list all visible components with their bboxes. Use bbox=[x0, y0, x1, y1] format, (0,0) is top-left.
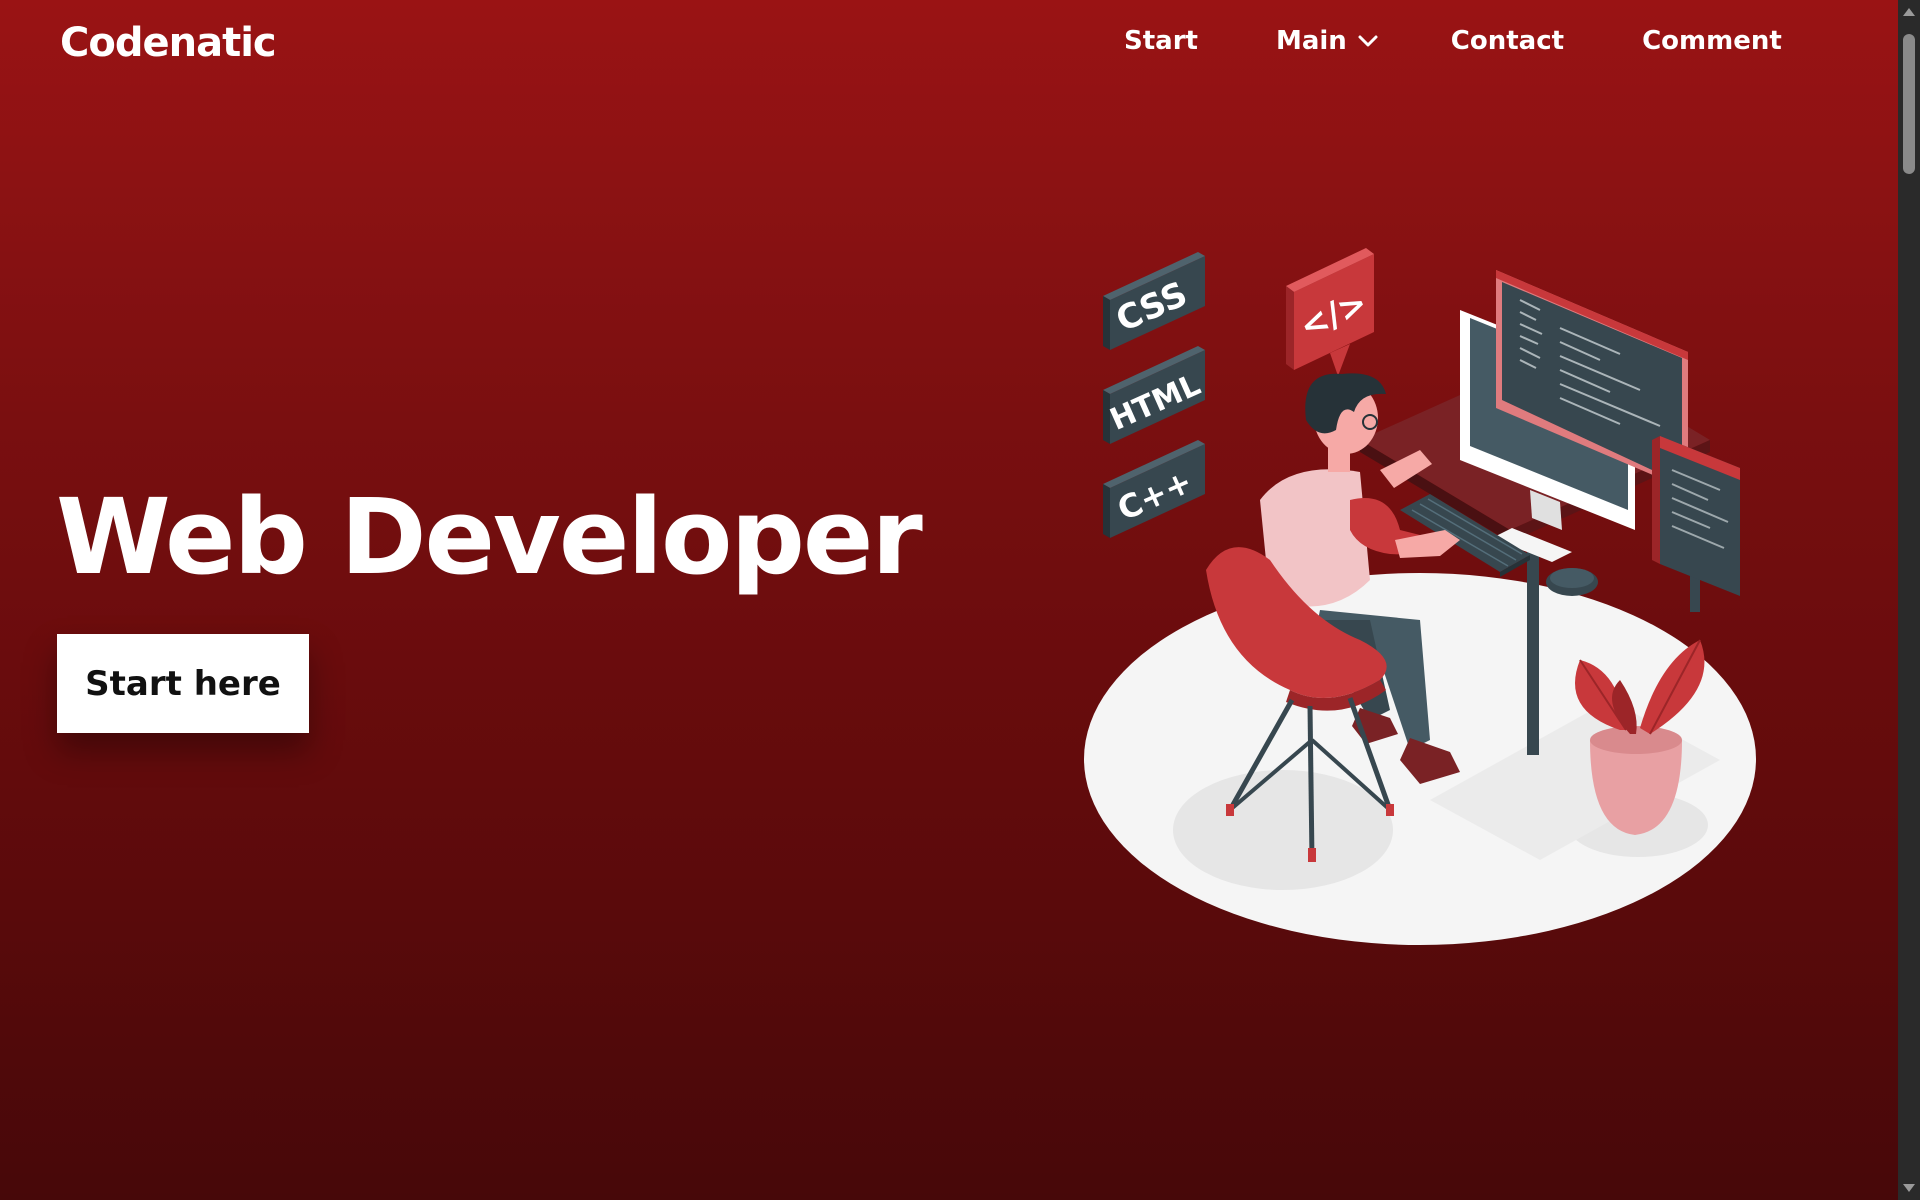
code-bubble: </> bbox=[1286, 248, 1374, 376]
nav-start-label: Start bbox=[1124, 26, 1198, 56]
page-scrollbar[interactable] bbox=[1898, 0, 1920, 1200]
start-here-button[interactable]: Start here bbox=[57, 634, 309, 733]
header: Codenatic Start Main Contact Comment bbox=[0, 0, 1898, 90]
css-tag: CSS bbox=[1103, 252, 1205, 350]
logo[interactable]: Codenatic bbox=[60, 20, 277, 66]
nav-contact-label: Contact bbox=[1450, 26, 1565, 56]
nav-contact-link[interactable]: Contact bbox=[1451, 26, 1564, 56]
page: Codenatic Start Main Contact Comment Web… bbox=[0, 0, 1898, 1200]
html-tag: HTML bbox=[1103, 346, 1206, 444]
cpp-tag: C++ bbox=[1103, 440, 1205, 538]
nav-comment-label: Comment bbox=[1642, 26, 1782, 56]
developer-illustration: CSS HTML C++ </> bbox=[1084, 248, 1756, 945]
main-nav: Start Main Contact Comment bbox=[1100, 26, 1782, 56]
chevron-down-icon bbox=[1358, 35, 1378, 47]
hero-title: Web Developer bbox=[56, 476, 923, 598]
scroll-down-arrow-icon[interactable] bbox=[1903, 1184, 1915, 1192]
scroll-up-arrow-icon[interactable] bbox=[1903, 8, 1915, 16]
nav-main-dropdown[interactable]: Main bbox=[1276, 26, 1379, 56]
scroll-thumb[interactable] bbox=[1903, 34, 1915, 174]
nav-start-link[interactable]: Start bbox=[1124, 26, 1198, 56]
side-screen bbox=[1652, 436, 1740, 596]
nav-comment-link[interactable]: Comment bbox=[1642, 26, 1782, 56]
chair-shadow bbox=[1173, 770, 1393, 890]
nav-main-label: Main bbox=[1275, 26, 1347, 56]
